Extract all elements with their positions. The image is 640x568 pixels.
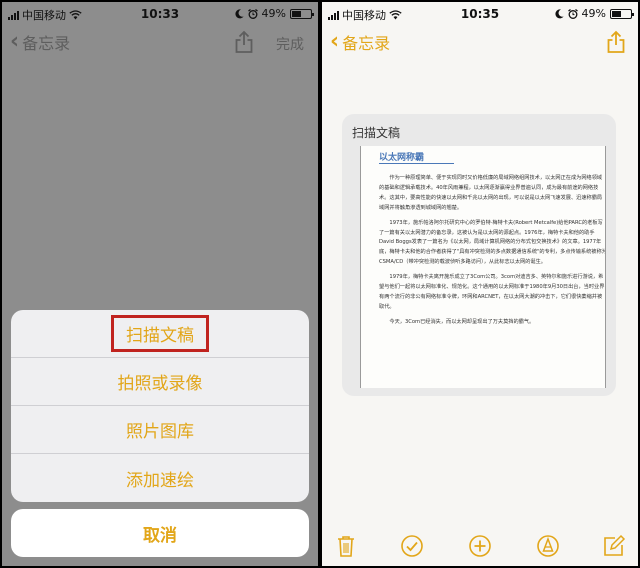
scan-document-highlight: 扫描文稿 — [111, 315, 209, 352]
doc-heading: 以太网称霸 — [379, 153, 425, 163]
battery-percent: 49% — [261, 7, 286, 20]
action-sheet: 扫描文稿 拍照或录像 照片图库 添加速绘 — [11, 310, 309, 502]
back-label: 备忘录 — [342, 34, 391, 53]
doc-paragraph: 1979年，梅特卡夫离开施乐成立了3Com公司。3com对迪吉多、英特尔和施乐进… — [379, 274, 605, 310]
checkmark-circle-icon[interactable] — [400, 534, 424, 558]
pen-circle-icon[interactable] — [536, 534, 560, 558]
back-button[interactable]: ‹ 备忘录 — [330, 30, 390, 54]
nav-bar: ‹ 备忘录 — [322, 26, 638, 60]
right-screen: 中国移动 10:35 49% ‹ 备忘录 扫描文稿 以太网称霸 作为一种原理简单… — [322, 2, 638, 566]
share-icon[interactable] — [606, 30, 628, 54]
cancel-button[interactable]: 取消 — [11, 509, 309, 557]
left-screen: 中国移动 10:33 49% ‹ 备忘录 完成 扫描文稿 拍照或录像 照片图库 … — [2, 2, 318, 566]
back-button[interactable]: ‹ 备忘录 — [10, 30, 70, 54]
battery-icon — [290, 8, 314, 19]
status-bar: 中国移动 10:33 49% — [2, 2, 318, 26]
doc-paragraph: 今天，3Com已经消失，而以太网却呈现出了万夫莫挡的霸气。 — [389, 318, 535, 325]
moon-icon — [234, 8, 244, 19]
doc-body: 作为一种原理简单、便于实现同时又价格低廉的局域网络组网技术，以太网正在成为网络领… — [379, 174, 606, 333]
compose-icon[interactable] — [602, 534, 626, 558]
sheet-item-photo-library[interactable]: 照片图库 — [11, 406, 309, 454]
plus-circle-icon[interactable] — [468, 534, 492, 558]
trash-icon[interactable] — [334, 534, 358, 558]
chevron-left-icon: ‹ — [10, 29, 20, 54]
doc-paragraph: 作为一种原理简单、便于实现同时又价格低廉的局域网络组网技术，以太网正在成为网络领… — [379, 175, 603, 211]
back-label: 备忘录 — [22, 34, 71, 53]
scanned-page: 以太网称霸 作为一种原理简单、便于实现同时又价格低廉的局域网络组网技术，以太网正… — [360, 146, 606, 388]
sheet-item-add-sketch[interactable]: 添加速绘 — [11, 454, 309, 502]
nav-bar: ‹ 备忘录 完成 — [2, 26, 318, 60]
status-bar: 中国移动 10:35 49% — [322, 2, 638, 26]
battery-icon — [610, 8, 634, 19]
alarm-icon — [247, 8, 258, 19]
sheet-item-take-photo-video[interactable]: 拍照或录像 — [11, 358, 309, 406]
alarm-icon — [567, 8, 578, 19]
sheet-item-scan-document[interactable]: 扫描文稿 — [11, 310, 309, 358]
doc-paragraph: 1973年，施乐帕洛阿尔托研究中心的罗伯特·梅特卡夫(Robert Metcal… — [379, 219, 606, 266]
scanned-document-card[interactable]: 扫描文稿 以太网称霸 作为一种原理简单、便于实现同时又价格低廉的局域网络组网技术… — [342, 114, 616, 396]
doc-heading-rule — [379, 163, 454, 164]
bottom-toolbar — [322, 528, 638, 564]
share-icon[interactable] — [234, 30, 256, 54]
battery-percent: 49% — [581, 7, 606, 20]
moon-icon — [554, 8, 564, 19]
card-title: 扫描文稿 — [352, 126, 401, 140]
done-button[interactable]: 完成 — [276, 34, 304, 54]
chevron-left-icon: ‹ — [330, 29, 340, 54]
